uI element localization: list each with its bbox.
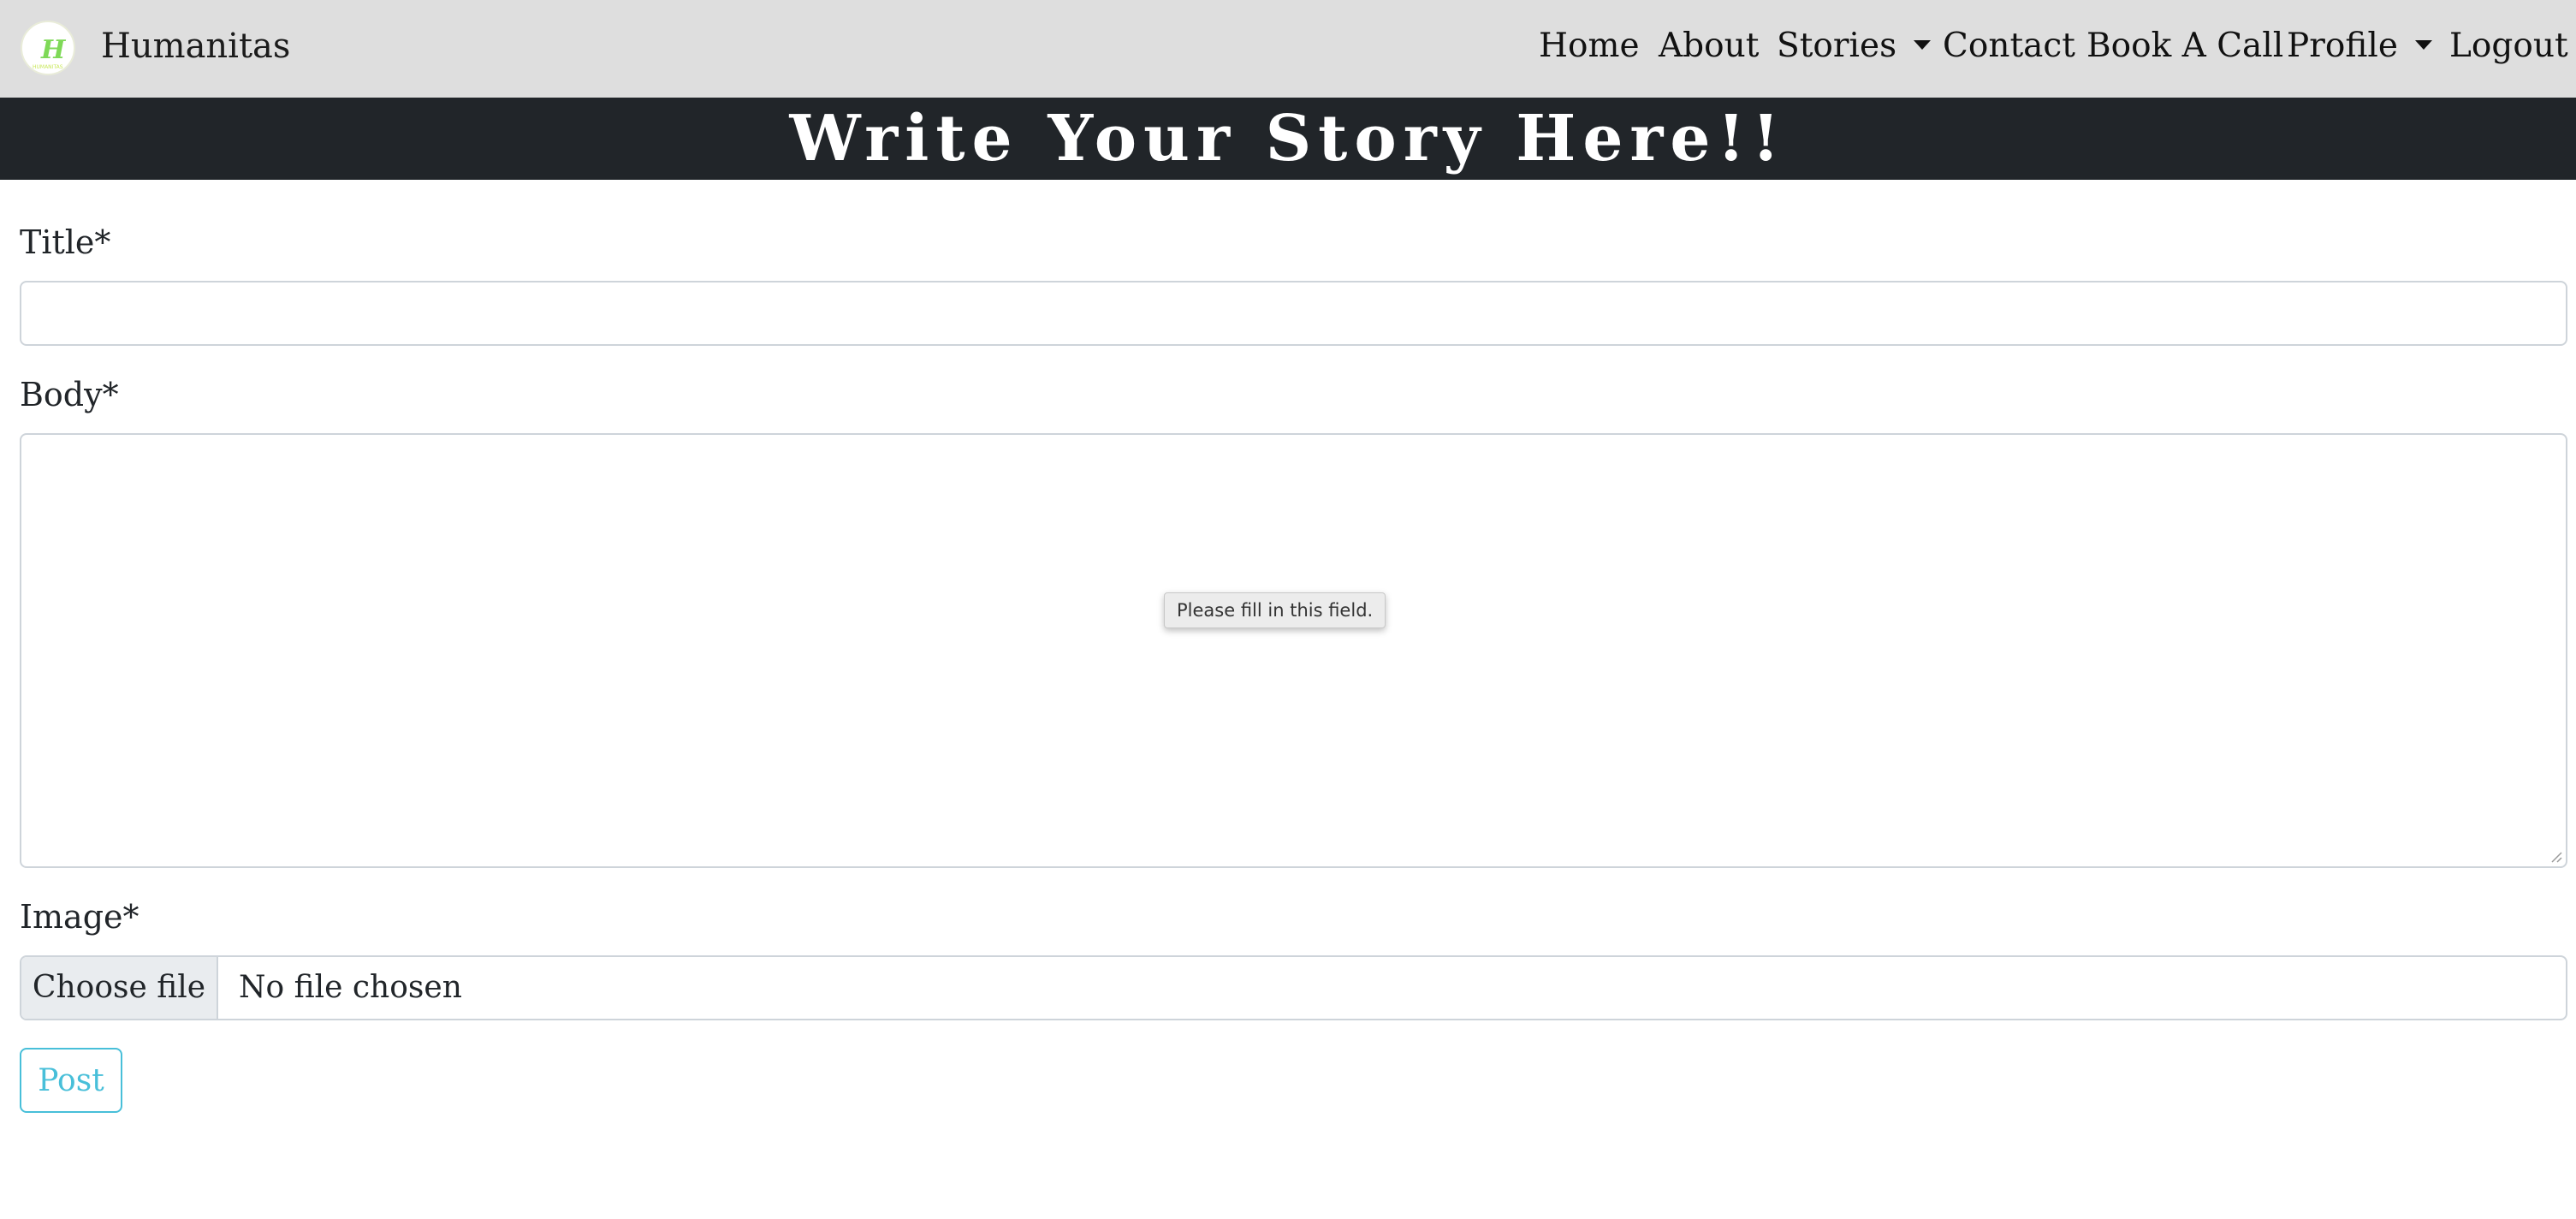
- nav-about[interactable]: About: [1659, 22, 1759, 70]
- svg-text:HUMANITAS: HUMANITAS: [33, 64, 63, 70]
- nav-book-a-call[interactable]: Book A Call: [2086, 22, 2283, 70]
- page-banner: Write Your Story Here!!: [0, 98, 2576, 180]
- body-label: Body*: [20, 376, 119, 413]
- image-file-input[interactable]: Choose file No file chosen: [20, 955, 2567, 1020]
- nav-contact[interactable]: Contact: [1943, 22, 2075, 70]
- file-status-text: No file chosen: [239, 970, 462, 1005]
- page-title: Write Your Story Here!!: [789, 102, 1787, 175]
- choose-file-button[interactable]: Choose file: [21, 957, 218, 1019]
- post-button[interactable]: Post: [20, 1048, 122, 1113]
- nav-logout[interactable]: Logout: [2449, 22, 2568, 70]
- validation-tooltip: Please fill in this field.: [1164, 592, 1386, 628]
- resize-grip-icon[interactable]: [2549, 849, 2562, 863]
- nav-profile-label: Profile: [2287, 27, 2398, 65]
- brand-name[interactable]: Humanitas: [101, 22, 290, 70]
- svg-text:H: H: [40, 35, 67, 65]
- title-input[interactable]: [20, 281, 2567, 346]
- humanitas-logo-icon[interactable]: H HUMANITAS: [21, 21, 75, 75]
- body-textarea[interactable]: [20, 433, 2567, 868]
- top-navbar: H HUMANITAS Humanitas Home About Stories…: [0, 0, 2576, 98]
- image-label: Image*: [20, 898, 139, 936]
- title-label: Title*: [20, 223, 111, 261]
- chevron-down-icon: [2414, 39, 2432, 50]
- nav-stories-dropdown[interactable]: Stories: [1777, 22, 1932, 70]
- chevron-down-icon: [1914, 39, 1932, 50]
- nav-stories-label: Stories: [1777, 27, 1897, 65]
- nav-home[interactable]: Home: [1539, 22, 1640, 70]
- nav-profile-dropdown[interactable]: Profile: [2287, 22, 2432, 70]
